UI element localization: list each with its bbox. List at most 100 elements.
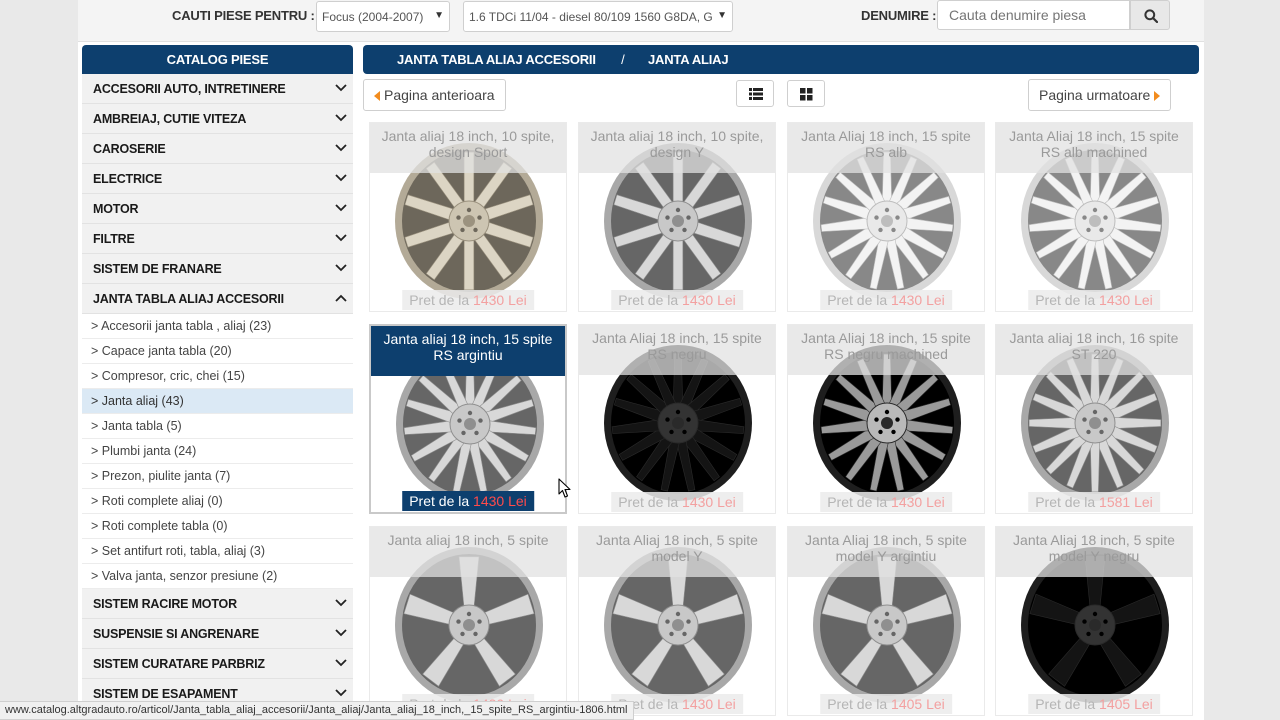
product-price: Pret de la 1405 Lei: [820, 694, 952, 714]
sidebar-subcategory[interactable]: > Accesorii janta tabla , aliaj (23): [82, 314, 353, 339]
chevron-up-icon: [335, 294, 347, 302]
category-label: SISTEM DE ESAPAMENT: [93, 687, 238, 701]
vehicle-search-bar: CAUTI PIESE PENTRU : Focus (2004-2007) ▼…: [78, 0, 1204, 42]
arrow-left-icon: [374, 91, 380, 101]
main-content: JANTA TABLA ALIAJ ACCESORII / JANTA ALIA…: [363, 45, 1199, 716]
price-prefix: Pret de la: [618, 494, 679, 510]
product-card[interactable]: Janta aliaj 18 inch, 16 spite ST 220 Pret…: [995, 324, 1193, 514]
product-price: Pret de la 1430 Lei: [611, 492, 743, 512]
search-button[interactable]: [1130, 0, 1170, 30]
price-prefix: Pret de la: [409, 493, 470, 509]
chevron-down-icon: [335, 114, 347, 122]
product-card[interactable]: Janta Aliaj 18 inch, 5 spite model Y arg…: [787, 526, 985, 716]
breadcrumb-parent[interactable]: JANTA TABLA ALIAJ ACCESORII: [397, 52, 596, 67]
price-currency: Lei: [717, 494, 736, 510]
next-page-button[interactable]: Pagina urmatoare: [1028, 79, 1172, 111]
price-currency: Lei: [717, 292, 736, 308]
sidebar-subcategory[interactable]: > Roti complete aliaj (0): [82, 489, 353, 514]
product-card[interactable]: Janta aliaj 18 inch, 15 spite RS arginti…: [369, 324, 567, 514]
product-card[interactable]: Janta Aliaj 18 inch, 15 spite RS alb mac…: [995, 122, 1193, 312]
category-label: JANTA TABLA ALIAJ ACCESORII: [93, 292, 284, 306]
caret-down-icon: ▼: [717, 10, 727, 21]
product-card[interactable]: Janta Aliaj 18 inch, 5 spite model Y Pret…: [578, 526, 776, 716]
sidebar-subcategory[interactable]: > Janta tabla (5): [82, 414, 353, 439]
product-card[interactable]: Janta Aliaj 18 inch, 15 spite RS negru m…: [787, 324, 985, 514]
price-amount: 1430: [473, 493, 505, 509]
product-title[interactable]: Janta Aliaj 18 inch, 15 spite RS alb: [788, 123, 984, 173]
price-currency: Lei: [508, 493, 527, 509]
product-title[interactable]: Janta Aliaj 18 inch, 5 spite model Y: [579, 527, 775, 577]
sidebar-category[interactable]: AMBREIAJ, CUTIE VITEZA: [82, 104, 353, 134]
product-card[interactable]: Janta Aliaj 18 inch, 15 spite RS negru Pr…: [578, 324, 776, 514]
part-name-search-input[interactable]: [937, 0, 1130, 30]
sidebar-category[interactable]: MOTOR: [82, 194, 353, 224]
search-icon: [1144, 9, 1158, 23]
price-prefix: Pret de la: [827, 292, 888, 308]
model-select[interactable]: Focus (2004-2007) ▼: [316, 1, 450, 32]
chevron-down-icon: [335, 689, 347, 697]
product-title[interactable]: Janta Aliaj 18 inch, 15 spite RS negru: [579, 325, 775, 375]
price-amount: 1430: [682, 696, 714, 712]
product-price: Pret de la 1430 Lei: [820, 492, 952, 512]
product-card[interactable]: Janta Aliaj 18 inch, 15 spite RS alb Pret…: [787, 122, 985, 312]
previous-page-button[interactable]: Pagina anterioara: [363, 79, 506, 111]
product-card[interactable]: Janta aliaj 18 inch, 5 spitePret de la 1…: [369, 526, 567, 716]
mouse-cursor-icon: [558, 478, 571, 498]
page: CAUTI PIESE PENTRU : Focus (2004-2007) ▼…: [78, 0, 1204, 720]
sidebar-subcategory[interactable]: > Valva janta, senzor presiune (2): [82, 564, 353, 589]
list-view-icon: [749, 88, 763, 100]
product-title[interactable]: Janta aliaj 18 inch, 16 spite ST 220: [996, 325, 1192, 375]
price-currency: Lei: [1134, 292, 1153, 308]
product-title[interactable]: Janta aliaj 18 inch, 10 spite, design Y: [579, 123, 775, 173]
previous-page-label: Pagina anterioara: [384, 87, 495, 103]
product-title[interactable]: Janta Aliaj 18 inch, 5 spite model Y neg…: [996, 527, 1192, 577]
list-view-button[interactable]: [736, 80, 774, 107]
sidebar-category[interactable]: ELECTRICE: [82, 164, 353, 194]
category-janta-tabla-aliaj-accesorii[interactable]: JANTA TABLA ALIAJ ACCESORII: [82, 284, 353, 314]
product-title[interactable]: Janta Aliaj 18 inch, 15 spite RS alb mac…: [996, 123, 1192, 173]
name-label: DENUMIRE :: [861, 8, 937, 23]
price-amount: 1430: [1099, 292, 1131, 308]
sidebar-subcategory[interactable]: > Plumbi janta (24): [82, 439, 353, 464]
vehicle-label: CAUTI PIESE PENTRU :: [172, 8, 315, 23]
product-card[interactable]: Janta Aliaj 18 inch, 5 spite model Y neg…: [995, 526, 1193, 716]
product-title[interactable]: Janta Aliaj 18 inch, 5 spite model Y arg…: [788, 527, 984, 577]
sidebar-subcategory[interactable]: > Janta aliaj (43): [82, 389, 353, 414]
product-price: Pret de la 1430 Lei: [402, 290, 534, 310]
chevron-down-icon: [335, 264, 347, 272]
product-card[interactable]: Janta aliaj 18 inch, 10 spite, design Sp…: [369, 122, 567, 312]
product-title[interactable]: Janta aliaj 18 inch, 5 spite: [370, 527, 566, 577]
chevron-down-icon: [335, 144, 347, 152]
breadcrumb-current: JANTA ALIAJ: [648, 52, 729, 67]
category-label: ELECTRICE: [93, 172, 163, 186]
product-title[interactable]: Janta Aliaj 18 inch, 15 spite RS negru m…: [788, 325, 984, 375]
browser-status-bar: www.catalog.altgradauto.ro/articol/Janta…: [0, 701, 634, 720]
sidebar-subcategory[interactable]: > Set antifurt roti, tabla, aliaj (3): [82, 539, 353, 564]
sidebar-subcategory[interactable]: > Capace janta tabla (20): [82, 339, 353, 364]
price-amount: 1405: [891, 696, 923, 712]
sidebar-category[interactable]: SISTEM CURATARE PARBRIZ: [82, 649, 353, 679]
product-price: Pret de la 1581 Lei: [1028, 492, 1160, 512]
breadcrumb: JANTA TABLA ALIAJ ACCESORII / JANTA ALIA…: [363, 45, 1199, 74]
price-amount: 1581: [1099, 494, 1131, 510]
sidebar-category[interactable]: FILTRE: [82, 224, 353, 254]
grid-view-button[interactable]: [787, 80, 825, 107]
sidebar-category[interactable]: SISTEM RACIRE MOTOR: [82, 589, 353, 619]
sidebar-subcategory[interactable]: > Roti complete tabla (0): [82, 514, 353, 539]
sidebar-category[interactable]: CAROSERIE: [82, 134, 353, 164]
sidebar-category[interactable]: SISTEM DE FRANARE: [82, 254, 353, 284]
product-title[interactable]: Janta aliaj 18 inch, 15 spite RS arginti…: [371, 326, 565, 376]
chevron-down-icon: [335, 599, 347, 607]
product-card[interactable]: Janta aliaj 18 inch, 10 spite, design Y P…: [578, 122, 776, 312]
price-amount: 1430: [682, 494, 714, 510]
sidebar-category[interactable]: ACCESORII AUTO, INTRETINERE: [82, 74, 353, 104]
sidebar-category[interactable]: SUSPENSIE SI ANGRENARE: [82, 619, 353, 649]
price-currency: Lei: [926, 696, 945, 712]
price-prefix: Pret de la: [827, 494, 888, 510]
sidebar-subcategory[interactable]: > Compresor, cric, chei (15): [82, 364, 353, 389]
category-label: AMBREIAJ, CUTIE VITEZA: [93, 112, 247, 126]
engine-select[interactable]: 1.6 TDCi 11/04 - diesel 80/109 1560 G8DA…: [463, 1, 733, 32]
product-title[interactable]: Janta aliaj 18 inch, 10 spite, design Sp…: [370, 123, 566, 173]
sidebar-subcategory[interactable]: > Prezon, piulite janta (7): [82, 464, 353, 489]
caret-down-icon: ▼: [434, 10, 444, 21]
